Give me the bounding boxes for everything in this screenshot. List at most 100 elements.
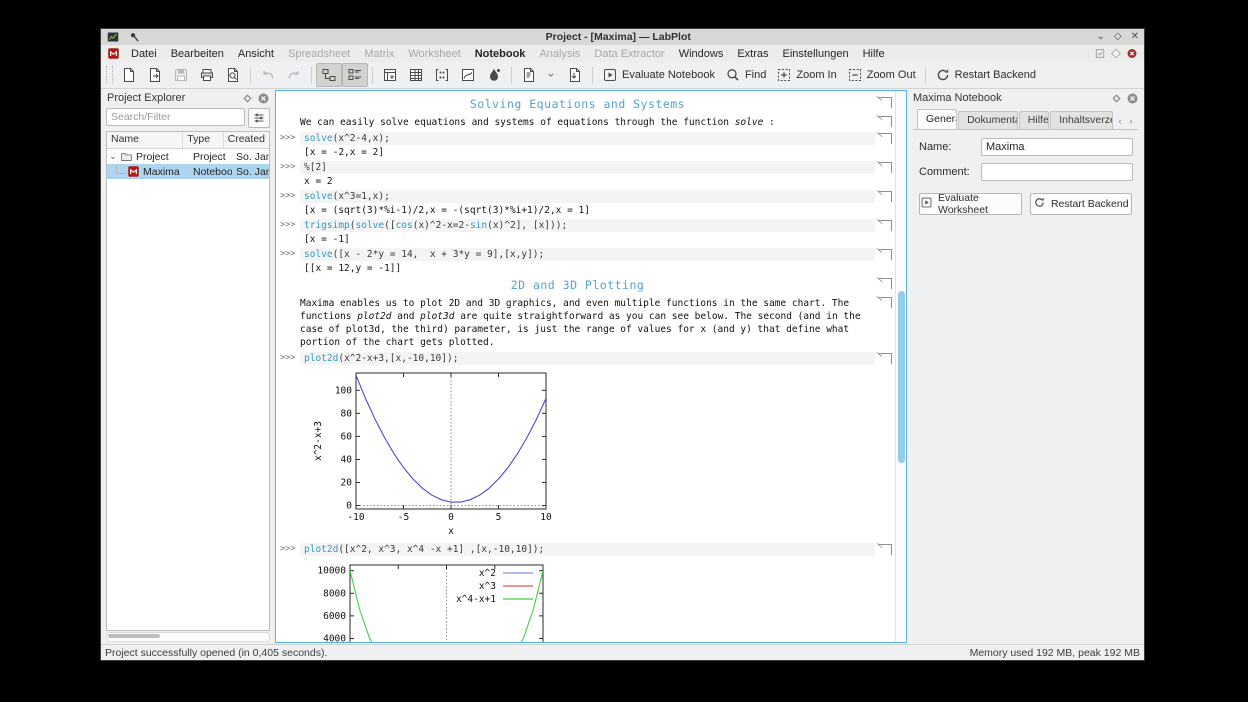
close-panel-icon[interactable] bbox=[258, 93, 269, 104]
search-input[interactable] bbox=[106, 108, 245, 126]
toolbar-handle[interactable] bbox=[106, 66, 113, 84]
cell-fold-marker[interactable] bbox=[877, 353, 893, 542]
restart-backend-button[interactable]: Restart Backend bbox=[1029, 193, 1132, 215]
child-restore-button[interactable] bbox=[1094, 48, 1106, 60]
toolbar-button-new-notebook-dropdown[interactable] bbox=[540, 63, 562, 87]
tab-inhaltsverzeichn[interactable]: Inhaltsverzeichn bbox=[1050, 111, 1113, 129]
title-bar[interactable]: Project - [Maxima] — LabPlot ⌄ ◇ ✕ bbox=[101, 29, 1144, 45]
toolbar-button-save[interactable] bbox=[168, 63, 194, 87]
column-name[interactable]: Name bbox=[107, 132, 184, 148]
toolbar-button-undo[interactable] bbox=[255, 63, 281, 87]
command-cell[interactable]: >>> trigsimp(solve([cos(x)^2-x=2-sin(x)^2… bbox=[280, 219, 875, 232]
column-created[interactable]: Created bbox=[224, 132, 269, 148]
tree-row-project[interactable]: ⌄ProjectProjectSo. Jan. 2 18: bbox=[107, 149, 269, 164]
maximize-button[interactable]: ◇ bbox=[1114, 32, 1122, 42]
menu-bearbeiten[interactable]: Bearbeiten bbox=[164, 47, 231, 61]
child-shade-button[interactable] bbox=[1110, 48, 1122, 60]
minimize-button[interactable]: ⌄ bbox=[1097, 32, 1105, 42]
tab-hilfe[interactable]: Hilfe bbox=[1018, 111, 1050, 129]
tab-scroll-right[interactable]: › bbox=[1126, 114, 1136, 127]
cell-fold-marker[interactable] bbox=[877, 297, 893, 351]
svg-text:0: 0 bbox=[346, 501, 352, 512]
cell-fold-marker[interactable] bbox=[877, 162, 893, 189]
menu-hilfe[interactable]: Hilfe bbox=[856, 47, 892, 61]
cell-fold-marker[interactable] bbox=[877, 220, 893, 247]
toolbar-button-new-workbook[interactable] bbox=[377, 63, 403, 87]
evaluate-worksheet-button[interactable]: Evaluate Worksheet bbox=[919, 192, 1022, 216]
command-cell[interactable]: >>> plot2d(x^2-x+3,[x,-10,10]); bbox=[280, 352, 875, 365]
command-prompt: >>> bbox=[280, 544, 296, 554]
command-input[interactable]: trigsimp(solve([cos(x)^2-x=2-sin(x)^2], … bbox=[300, 219, 875, 232]
toolbar-button-print-preview[interactable] bbox=[220, 63, 246, 87]
toolbar-button-open-project[interactable] bbox=[142, 63, 168, 87]
command-cell[interactable]: >>> plot2d([x^2, x^3, x^4 -x +1] ,[x,-10,… bbox=[280, 543, 875, 556]
comment-field[interactable] bbox=[981, 163, 1133, 181]
tab-general[interactable]: General bbox=[917, 109, 958, 129]
toolbar-button-new-matrix[interactable] bbox=[429, 63, 455, 87]
command-cell[interactable]: >>> %[2] bbox=[280, 161, 875, 174]
command-input[interactable]: solve(x^3=1,x); bbox=[300, 190, 875, 203]
command-input[interactable]: solve([x - 2*y = 14, x + 3*y = 9],[x,y])… bbox=[300, 248, 875, 261]
menu-notebook[interactable]: Notebook bbox=[468, 47, 533, 61]
cell-fold-marker[interactable] bbox=[877, 278, 893, 295]
command-cell[interactable]: >>> solve([x - 2*y = 14, x + 3*y = 9],[x,… bbox=[280, 248, 875, 261]
toolbar-button-new-datapicker[interactable] bbox=[481, 63, 507, 87]
toolbar-button-new-spreadsheet[interactable] bbox=[403, 63, 429, 87]
toolbar-button-print[interactable] bbox=[194, 63, 220, 87]
command-prompt: >>> bbox=[280, 162, 296, 172]
command-cell[interactable]: >>> solve(x^3=1,x); bbox=[280, 190, 875, 203]
menu-extras[interactable]: Extras bbox=[730, 47, 775, 61]
cell-fold-marker[interactable] bbox=[877, 116, 893, 131]
expander-icon[interactable]: ⌄ bbox=[107, 151, 119, 162]
restart-backend-label: Restart Backend bbox=[1050, 198, 1129, 210]
toolbar-button-new-project[interactable] bbox=[116, 63, 142, 87]
tab-dokumentation[interactable]: Dokumentation bbox=[958, 111, 1018, 129]
toolbar-button-evaluate[interactable]: Evaluate Notebook bbox=[597, 63, 720, 87]
cell-fold-marker[interactable] bbox=[877, 249, 893, 276]
toolbar-button-toggle-properties[interactable] bbox=[342, 63, 368, 87]
tree-header[interactable]: Name Type Created bbox=[107, 132, 269, 149]
menu-datei[interactable]: Datei bbox=[124, 47, 164, 61]
command-prompt: >>> bbox=[280, 220, 296, 230]
notebook-vscrollbar[interactable] bbox=[895, 91, 906, 642]
child-close-button[interactable] bbox=[1126, 48, 1138, 60]
command-input[interactable]: solve(x^2-4,x); bbox=[300, 132, 875, 145]
toolbar-button-new-worksheet[interactable] bbox=[455, 63, 481, 87]
menu-windows[interactable]: Windows bbox=[672, 47, 731, 61]
command-input[interactable]: plot2d(x^2-x+3,[x,-10,10]); bbox=[300, 352, 875, 365]
toolbar-button-redo[interactable] bbox=[281, 63, 307, 87]
tab-scroll-left[interactable]: ‹ bbox=[1115, 114, 1125, 127]
column-type[interactable]: Type bbox=[183, 132, 224, 148]
toolbar-button-new-notebook[interactable] bbox=[516, 63, 542, 87]
toolbar-button-zoom-in[interactable]: Zoom In bbox=[771, 63, 841, 87]
toolbar-button-zoom-out[interactable]: Zoom Out bbox=[842, 63, 921, 87]
float-panel-icon[interactable] bbox=[1111, 93, 1122, 104]
scrollbar-thumb[interactable] bbox=[897, 291, 905, 463]
toolbar-button-find[interactable]: Find bbox=[720, 63, 771, 87]
cell-fold-marker[interactable] bbox=[877, 544, 893, 642]
tree-row-maxima[interactable]: MaximaNotebookSo. Jan. 2 18: bbox=[107, 164, 269, 179]
close-panel-icon[interactable] bbox=[1127, 93, 1138, 104]
svg-text:10: 10 bbox=[540, 512, 552, 523]
menu-einstellungen[interactable]: Einstellungen bbox=[776, 47, 856, 61]
svg-text:-10: -10 bbox=[347, 512, 364, 523]
toolbar-button-restart[interactable]: Restart Backend bbox=[930, 63, 1041, 87]
svg-text:5: 5 bbox=[496, 512, 502, 523]
close-button[interactable]: ✕ bbox=[1131, 32, 1139, 42]
command-input[interactable]: plot2d([x^2, x^3, x^4 -x +1] ,[x,-10,10]… bbox=[300, 543, 875, 556]
filter-options-button[interactable] bbox=[248, 108, 270, 128]
toolbar-button-toggle-project-explorer[interactable] bbox=[316, 63, 342, 87]
command-cell[interactable]: >>> solve(x^2-4,x); bbox=[280, 132, 875, 145]
toolbar-button-import-file[interactable] bbox=[562, 63, 588, 87]
notebook-cells[interactable]: Solving Equations and Systems We can easi… bbox=[276, 91, 895, 642]
cell-fold-marker[interactable] bbox=[877, 133, 893, 160]
explorer-hscrollbar[interactable] bbox=[106, 632, 270, 642]
cell-fold-marker[interactable] bbox=[877, 97, 893, 114]
cell-fold-marker[interactable] bbox=[877, 191, 893, 218]
result-cell: [[x = 12,y = -1]] bbox=[304, 262, 402, 274]
command-input[interactable]: %[2] bbox=[300, 161, 875, 174]
menu-ansicht[interactable]: Ansicht bbox=[231, 47, 281, 61]
name-field[interactable] bbox=[981, 138, 1133, 156]
status-message: Project successfully opened (in 0,405 se… bbox=[105, 646, 328, 659]
float-panel-icon[interactable] bbox=[242, 93, 253, 104]
